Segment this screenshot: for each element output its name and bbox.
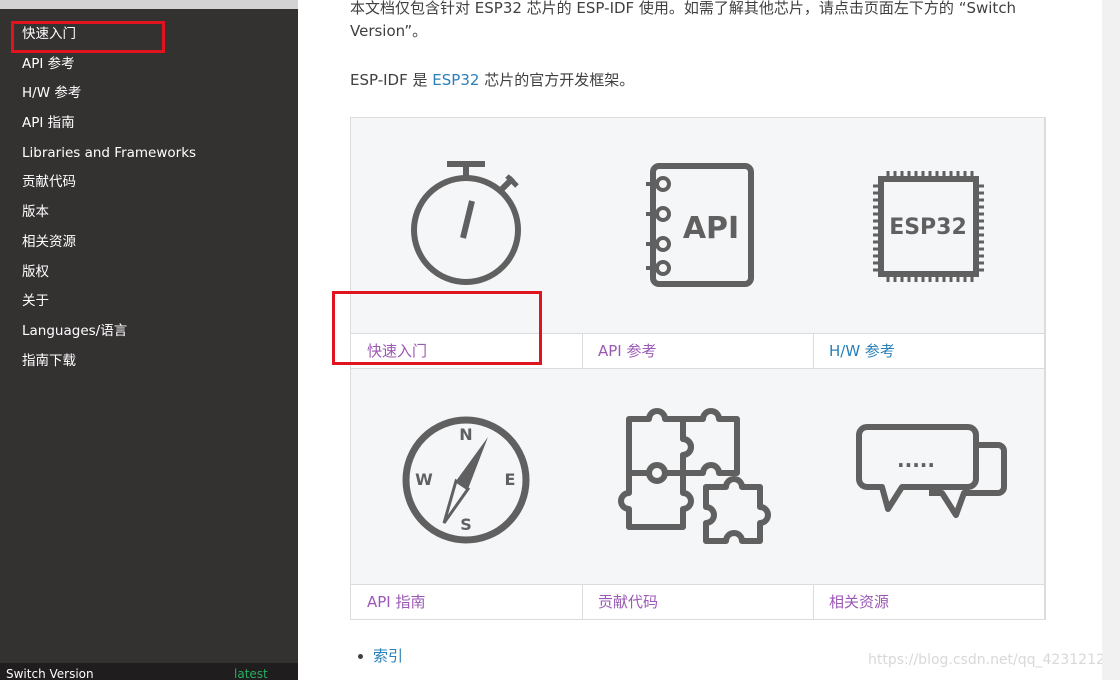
tile-hw-reference[interactable]: ESP32 H/W 参考 [813,118,1045,369]
sidebar-item-contribute[interactable]: 贡献代码 [0,168,298,198]
tile-api-reference-icon-area: API [582,118,813,334]
chat-bubbles-icon: ..... [856,424,1007,518]
tile-api-reference-label[interactable]: API 参考 [598,340,657,361]
esp32-chip-icon: ESP32 [873,171,984,282]
bullet-dot [358,654,363,659]
index-list-item: 索引 [358,645,403,666]
sidebar: 快速入门 API 参考 H/W 参考 API 指南 Libraries and … [0,0,298,680]
tile-contribute-label[interactable]: 贡献代码 [598,591,658,612]
intro-line-2: Version”。 [350,22,428,40]
compass-east-label: E [505,470,516,489]
framework-paragraph: ESP-IDF 是 ESP32 芯片的官方开发框架。 [350,69,1070,92]
sidebar-item-libraries[interactable]: Libraries and Frameworks [0,139,298,169]
switch-version-current: latest [234,667,268,680]
tile-contribute[interactable]: 贡献代码 [582,369,814,620]
tile-api-guides-icon-area: N E S W [351,369,582,585]
doc-tile-grid: 快速入门 API API 参考 ESP32 H/W 参考 N E S W API… [350,117,1046,620]
sidebar-item-hw-reference[interactable]: H/W 参考 [0,79,298,109]
sidebar-item-get-started[interactable]: 快速入门 [0,20,298,50]
tile-get-started-icon-area [351,118,582,334]
tile-hw-reference-label[interactable]: H/W 参考 [829,340,895,361]
sidebar-item-api-guides[interactable]: API 指南 [0,109,298,139]
esp32-chip-icon-text: ESP32 [889,215,967,240]
tile-resources-icon-area: ..... [813,369,1044,585]
intro-line-1: 本文档仅包含针对 ESP32 芯片的 ESP-IDF 使用。如需了解其他芯片，请… [350,0,1017,17]
tile-api-reference[interactable]: API API 参考 [582,118,814,369]
sidebar-item-api-reference[interactable]: API 参考 [0,50,298,80]
compass-icon: N E S W [402,416,530,544]
sidebar-item-languages[interactable]: Languages/语言 [0,317,298,347]
sidebar-search-area [0,0,298,9]
sidebar-item-versions[interactable]: 版本 [0,198,298,228]
tile-contribute-icon-area [582,369,813,585]
tile-resources[interactable]: ..... 相关资源 [813,369,1045,620]
watermark: https://blog.csdn.net/qq_42312125 [868,652,1114,668]
api-book-icon: API [646,163,754,287]
switch-version-label: Switch Version [6,667,94,680]
sidebar-nav: 快速入门 API 参考 H/W 参考 API 指南 Libraries and … [0,20,298,376]
intro-paragraph: 本文档仅包含针对 ESP32 芯片的 ESP-IDF 使用。如需了解其他芯片，请… [350,0,1070,43]
sidebar-item-about[interactable]: 关于 [0,287,298,317]
page-scrollbar[interactable] [1102,0,1120,680]
tile-resources-label[interactable]: 相关资源 [829,591,889,612]
sidebar-item-resources[interactable]: 相关资源 [0,228,298,258]
api-book-icon-text: API [683,211,739,246]
index-link[interactable]: 索引 [373,647,403,665]
stopwatch-icon [411,161,521,285]
tile-hw-reference-icon-area: ESP32 [813,118,1044,334]
switch-version-bar[interactable]: Switch Version latest [0,663,298,680]
tile-get-started-label[interactable]: 快速入门 [367,340,427,361]
tile-api-guides-label[interactable]: API 指南 [367,591,426,612]
sidebar-item-download[interactable]: 指南下载 [0,347,298,377]
esp32-link[interactable]: ESP32 [432,71,479,89]
tile-api-guides[interactable]: N E S W API 指南 [351,369,583,620]
framework-prefix: ESP-IDF 是 [350,71,433,89]
chat-bubbles-icon-text: ..... [897,448,935,472]
compass-south-label: S [460,515,472,534]
sidebar-item-copyright[interactable]: 版权 [0,258,298,288]
tile-get-started[interactable]: 快速入门 [351,118,583,369]
framework-suffix: 芯片的官方开发框架。 [479,71,635,89]
compass-north-label: N [459,425,472,444]
puzzle-icon [618,408,771,544]
compass-west-label: W [415,470,433,489]
